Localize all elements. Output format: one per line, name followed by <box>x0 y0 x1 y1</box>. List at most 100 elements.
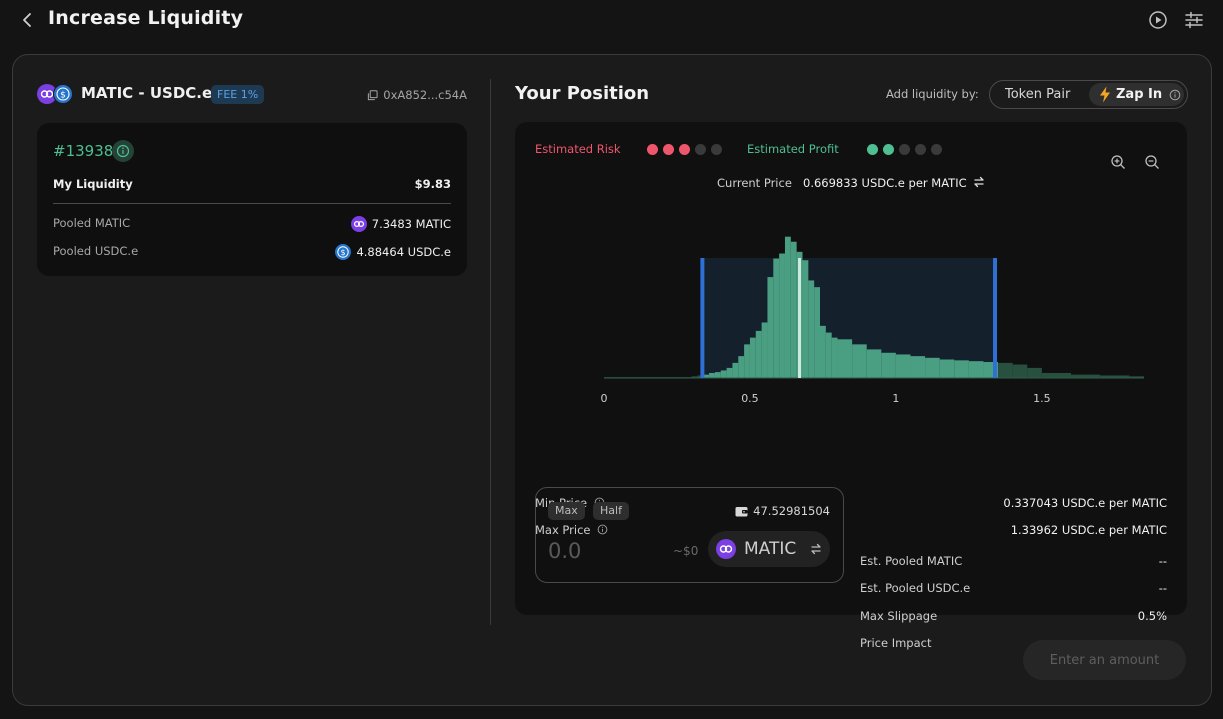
matic-token-icon <box>350 216 367 232</box>
histogram-bar <box>1071 374 1101 378</box>
swap-icon <box>811 543 821 555</box>
pool-header: $ MATIC - USDC.e FEE 1% 0xA852...c54A <box>37 82 467 106</box>
max-slippage-value[interactable]: 0.5% <box>1138 609 1167 623</box>
liquidity-mode-toggle: Token Pair Zap In <box>989 80 1188 109</box>
top-bar: Increase Liquidity <box>0 0 1223 42</box>
zap-in-option[interactable]: Zap In <box>1089 83 1184 106</box>
pooled-matic-value: 7.3483 MATIC <box>350 216 451 232</box>
my-liquidity-label: My Liquidity <box>53 177 133 191</box>
est-pooled-usdc-value: -- <box>1158 581 1167 595</box>
histogram-bar <box>790 241 797 378</box>
histogram-bar <box>968 361 984 378</box>
histogram-bar <box>773 258 780 378</box>
position-box: #13938 My Liquidity $9.83 Pooled MATIC 7… <box>37 123 467 276</box>
wallet-icon <box>735 507 748 517</box>
histogram-bar <box>1012 364 1028 378</box>
histogram-bar <box>761 322 768 378</box>
histogram-bar <box>726 367 733 378</box>
token-selector[interactable]: MATIC <box>708 531 830 567</box>
pooled-usdc-amount: 4.88464 USDC.e <box>356 245 451 259</box>
usd-value: ~$0 <box>673 544 699 558</box>
your-position-title: Your Position <box>515 83 650 104</box>
histogram-bar <box>1041 372 1072 378</box>
token-pair-option[interactable]: Token Pair <box>1005 87 1070 102</box>
pair-name: MATIC - USDC.e <box>81 84 213 102</box>
current-price-line <box>798 258 802 378</box>
add-liquidity-by-label: Add liquidity by: <box>886 87 979 101</box>
histogram-bar <box>895 354 911 378</box>
matic-token-icon <box>716 539 736 559</box>
panel-separator <box>490 79 491 625</box>
play-circle-icon[interactable] <box>1148 10 1168 30</box>
histogram-bar <box>998 362 1013 378</box>
histogram-bar <box>738 356 745 378</box>
min-price-value: 0.337043 USDC.e per MATIC <box>1003 496 1167 510</box>
half-button[interactable]: Half <box>593 502 629 520</box>
max-button[interactable]: Max <box>548 502 585 520</box>
histogram-bar <box>825 332 832 378</box>
position-id: #13938 <box>53 142 114 160</box>
histogram-bar <box>744 344 750 378</box>
est-pooled-usdc-label: Est. Pooled USDC.e <box>860 581 971 595</box>
est-pooled-matic-label: Est. Pooled MATIC <box>860 554 963 568</box>
copy-icon[interactable] <box>367 90 378 101</box>
histogram-bar <box>866 349 882 378</box>
histogram-bar <box>784 236 791 378</box>
histogram-bar <box>714 372 721 378</box>
divider <box>53 203 451 204</box>
zap-in-label: Zap In <box>1116 87 1163 102</box>
pooled-usdc-label: Pooled USDC.e <box>53 244 139 258</box>
x-tick-label: 1.5 <box>1033 392 1051 405</box>
histogram-bar <box>802 260 809 378</box>
selected-token: MATIC <box>744 539 797 559</box>
histogram-bar <box>820 325 826 378</box>
histogram-bar <box>954 360 969 378</box>
lightning-icon <box>1100 86 1110 103</box>
pool-address-text: 0xA852...c54A <box>383 88 467 102</box>
amount-input-card: Max Half 47.52981504 ~$0 MATIC <box>535 487 844 583</box>
histogram-bar <box>709 372 715 378</box>
histogram-bar <box>910 356 926 378</box>
position-info-button[interactable] <box>112 140 134 162</box>
liquidity-histogram: 0 0.5 1 1.5 <box>601 236 1144 405</box>
est-pooled-matic-value: -- <box>1158 554 1167 568</box>
histogram-bar <box>755 330 762 378</box>
pooled-matic-label: Pooled MATIC <box>53 216 131 230</box>
x-tick-label: 0 <box>601 392 608 405</box>
fee-badge: FEE 1% <box>211 85 265 104</box>
svg-text:$: $ <box>341 248 346 257</box>
min-price-handle <box>700 258 705 378</box>
back-arrow-icon[interactable] <box>18 10 38 30</box>
histogram-bar <box>837 339 853 378</box>
histogram-bar <box>767 277 774 378</box>
info-icon <box>116 144 130 158</box>
position-chart-box: Estimated Risk Estimated Profit Current … <box>515 122 1187 650</box>
wallet-balance-value: 47.52981504 <box>753 504 830 518</box>
price-impact-label: Price Impact <box>860 636 932 650</box>
histogram-bar <box>779 253 785 378</box>
pooled-matic-amount: 7.3483 MATIC <box>371 217 451 231</box>
main-card: $ MATIC - USDC.e FEE 1% 0xA852...c54A #1… <box>12 54 1212 706</box>
histogram-bar <box>808 280 815 378</box>
enter-amount-button[interactable]: Enter an amount <box>1023 640 1186 680</box>
histogram-bar <box>881 352 896 378</box>
wallet-balance: 47.52981504 <box>735 504 830 518</box>
my-liquidity-value: $9.83 <box>414 177 451 191</box>
histogram-bar <box>732 362 739 378</box>
settings-sliders-icon[interactable] <box>1184 10 1204 30</box>
amount-input[interactable] <box>548 536 668 566</box>
x-tick-label: 0.5 <box>741 392 759 405</box>
max-price-value: 1.33962 USDC.e per MATIC <box>1010 523 1167 537</box>
max-price-handle <box>993 258 998 378</box>
histogram-bar <box>925 357 940 378</box>
page-title: Increase Liquidity <box>48 7 244 29</box>
pooled-usdc-value: $4.88464 USDC.e <box>335 244 451 260</box>
info-icon[interactable] <box>1169 89 1181 101</box>
usdc-token-icon: $ <box>53 84 73 104</box>
usdc-token-icon: $ <box>335 244 352 260</box>
x-tick-label: 1 <box>892 392 899 405</box>
pool-address[interactable]: 0xA852...c54A <box>367 88 467 102</box>
histogram-bar <box>831 337 838 378</box>
histogram-bar <box>852 344 867 378</box>
histogram-bar <box>749 337 756 378</box>
